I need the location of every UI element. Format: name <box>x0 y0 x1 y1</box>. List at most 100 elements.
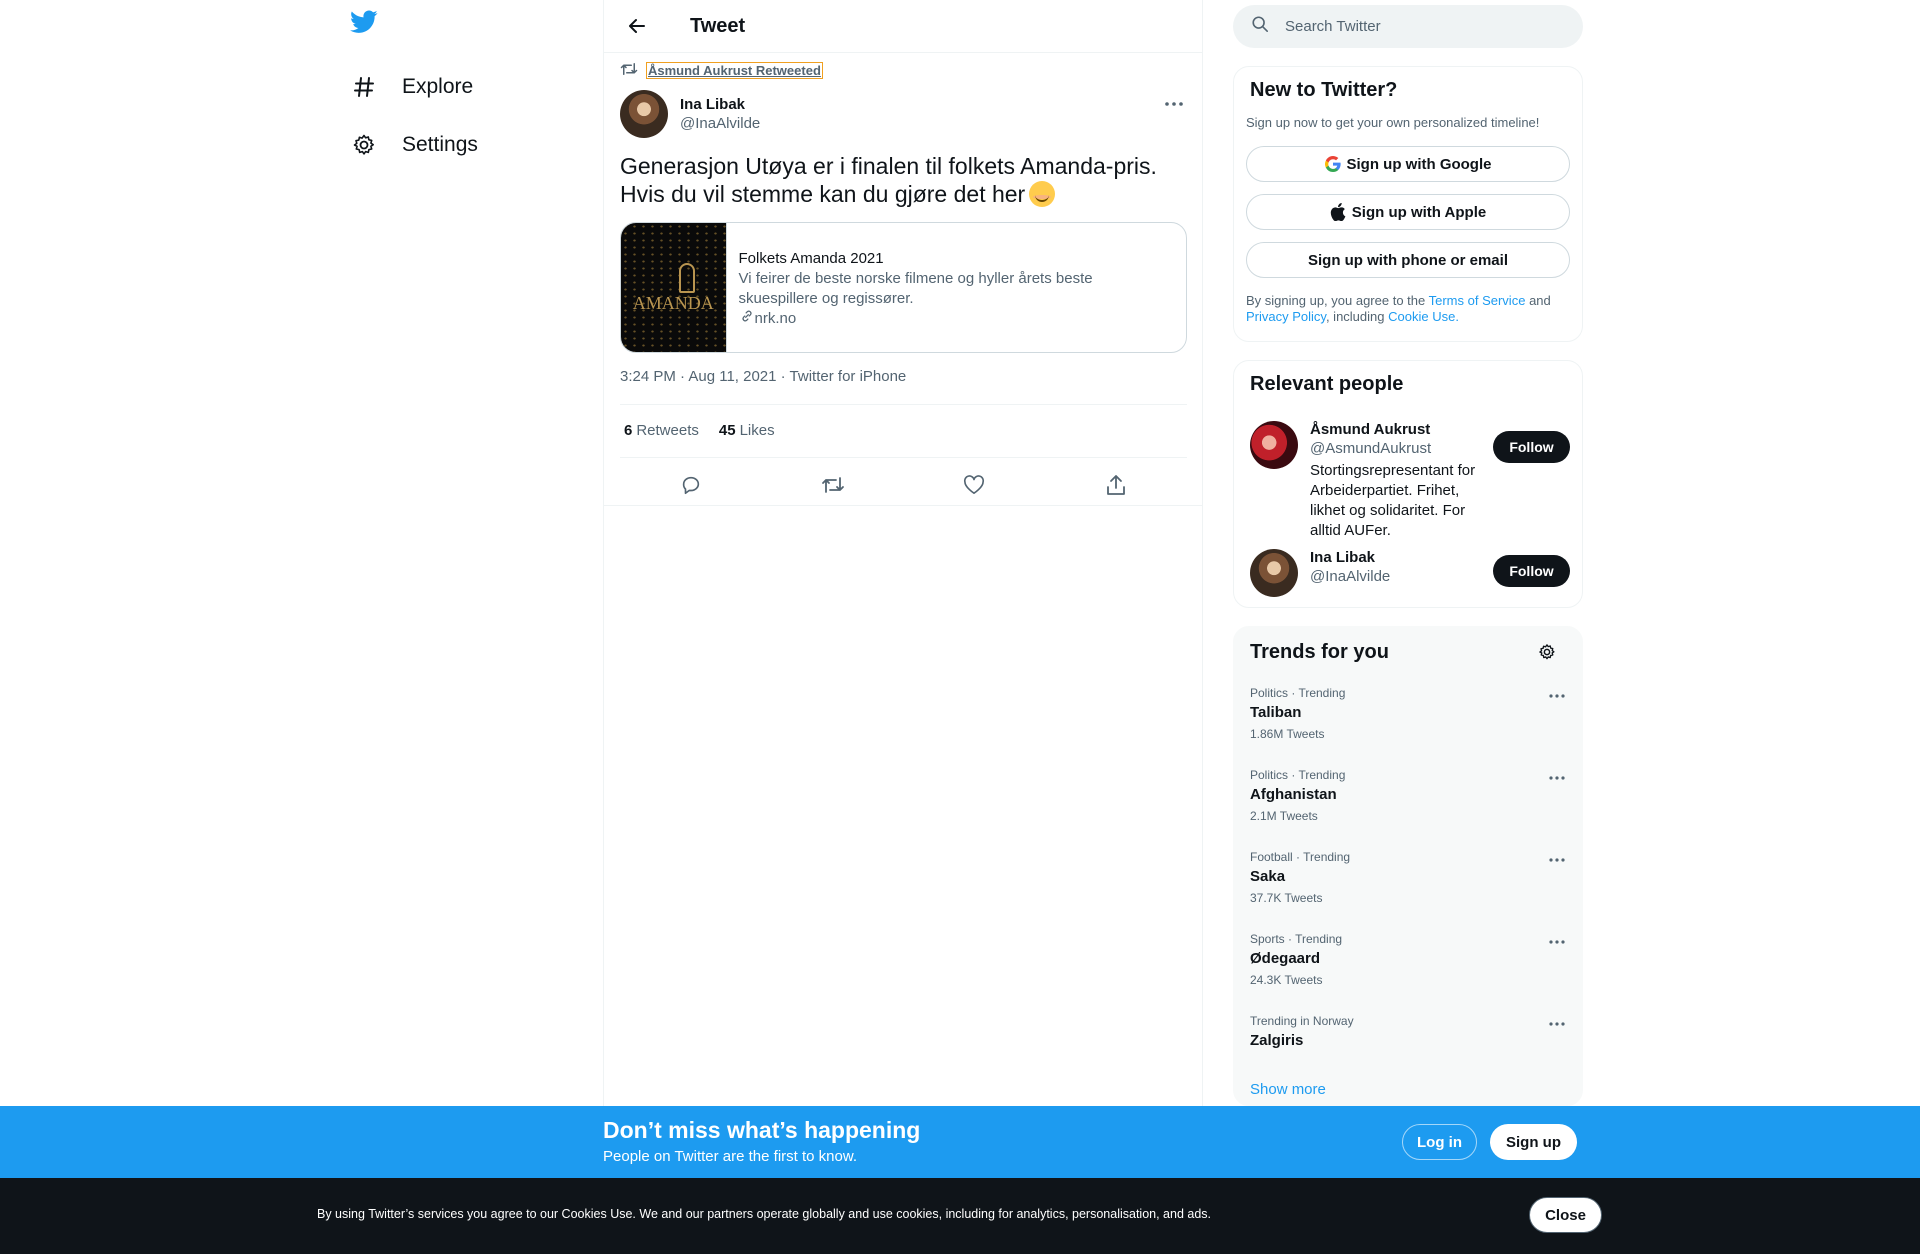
google-icon <box>1324 156 1341 172</box>
retweets-stat[interactable]: 6 Retweets <box>624 422 699 439</box>
more-options-icon[interactable] <box>1546 852 1568 868</box>
more-options-icon[interactable] <box>1546 934 1568 950</box>
cookie-text: By using Twitter’s services you agree to… <box>317 1207 1212 1221</box>
avatar[interactable] <box>1250 549 1298 597</box>
trend-context: Trending in Norway <box>1250 1014 1354 1028</box>
person-bio: Stortingsrepresentant for Arbeiderpartie… <box>1310 462 1476 539</box>
tweet-timestamp[interactable]: 3:24 PM · Aug 11, 2021 · Twitter for iPh… <box>620 368 906 385</box>
more-options-icon[interactable] <box>1546 770 1568 786</box>
likes-label: Likes <box>739 422 775 439</box>
trend-item[interactable]: Politics · Trending Taliban 1.86M Tweets <box>1250 686 1570 741</box>
search-input[interactable] <box>1285 18 1545 35</box>
more-options-icon[interactable] <box>1162 94 1186 114</box>
signup-title: New to Twitter? <box>1250 79 1398 101</box>
nav-explore[interactable]: Explore <box>350 67 473 107</box>
trend-name: Ødegaard <box>1250 950 1321 967</box>
trend-context: Football · Trending <box>1250 850 1351 864</box>
trend-count: 24.3K Tweets <box>1250 973 1323 987</box>
relevant-people-panel: Relevant people Åsmund Aukrust @AsmundAu… <box>1233 360 1583 608</box>
card-description: Vi feirer de beste norske filmene og hyl… <box>738 270 1093 307</box>
person-handle[interactable]: @InaAlvilde <box>1310 568 1495 585</box>
trend-count: 37.7K Tweets <box>1250 891 1323 905</box>
retweet-context: Åsmund Aukrust Retweeted <box>620 62 823 79</box>
tweet-text: Generasjon Utøya er i finalen til folket… <box>620 152 1190 208</box>
trend-item[interactable]: Football · Trending Saka 37.7K Tweets <box>1250 850 1570 905</box>
card-domain-text: nrk.no <box>754 310 797 327</box>
trend-context: Politics · Trending <box>1250 768 1346 782</box>
person-name[interactable]: Åsmund Aukrust <box>1310 421 1495 438</box>
likes-stat[interactable]: 45 Likes <box>719 422 775 439</box>
cookie-use-link[interactable]: Cookie Use. <box>1388 309 1459 324</box>
retweet-icon <box>620 62 638 79</box>
trends-title: Trends for you <box>1250 641 1389 663</box>
smiling-face-emoji-icon <box>1029 181 1056 207</box>
amanda-statue-icon <box>679 263 695 293</box>
trend-context: Sports · Trending <box>1250 932 1343 946</box>
follow-button[interactable]: Follow <box>1493 555 1570 587</box>
login-button[interactable]: Log in <box>1402 1124 1477 1160</box>
avatar[interactable] <box>620 90 668 138</box>
page-title: Tweet <box>690 14 746 37</box>
retweeted-by-link[interactable]: Åsmund Aukrust Retweeted <box>646 62 823 79</box>
nav-settings[interactable]: Settings <box>350 125 478 165</box>
trend-name: Taliban <box>1250 704 1302 721</box>
cookie-close-button[interactable]: Close <box>1529 1197 1602 1233</box>
trend-name: Afghanistan <box>1250 786 1337 803</box>
share-icon[interactable] <box>1099 468 1133 502</box>
person-name[interactable]: Ina Libak <box>1310 549 1495 566</box>
legal-prefix: By signing up, you agree to the <box>1246 293 1426 308</box>
hashtag-icon <box>350 73 378 101</box>
show-more-link[interactable]: Show more <box>1250 1081 1326 1098</box>
tweet-header: Tweet <box>604 0 1202 53</box>
apple-icon <box>1330 203 1346 221</box>
trend-item[interactable]: Sports · Trending Ødegaard 24.3K Tweets <box>1250 932 1570 987</box>
trend-item[interactable]: Politics · Trending Afghanistan 2.1M Twe… <box>1250 768 1570 823</box>
trend-name: Saka <box>1250 868 1286 885</box>
banner-subtitle: People on Twitter are the first to know. <box>603 1148 858 1165</box>
trends-panel: Trends for you Politics · Trending Talib… <box>1233 626 1583 1106</box>
trend-context: Politics · Trending <box>1250 686 1346 700</box>
gear-icon <box>350 131 378 159</box>
author-name[interactable]: Ina Libak <box>680 96 760 113</box>
login-banner: Don’t miss what’s happening People on Tw… <box>0 1106 1920 1178</box>
link-preview-card[interactable]: AMANDA Folkets Amanda 2021 Vi feirer de … <box>620 222 1187 353</box>
legal-and: and <box>1529 293 1551 308</box>
signup-phone-email-button[interactable]: Sign up with phone or email <box>1246 242 1570 278</box>
tweet-stats: 6 Retweets 45 Likes <box>624 422 795 439</box>
author-handle[interactable]: @InaAlvilde <box>680 115 760 132</box>
like-heart-icon[interactable] <box>957 468 991 502</box>
signup-apple-button[interactable]: Sign up with Apple <box>1246 194 1570 230</box>
twitter-logo-icon[interactable] <box>350 10 382 42</box>
reply-icon[interactable] <box>674 468 708 502</box>
person-handle[interactable]: @AsmundAukrust <box>1310 440 1495 457</box>
search-icon <box>1251 15 1269 38</box>
trends-settings-gear-icon[interactable] <box>1536 641 1558 663</box>
retweets-count: 6 <box>624 422 633 439</box>
link-icon <box>739 309 755 329</box>
tweet-actions <box>620 468 1187 502</box>
trend-count: 1.86M Tweets <box>1250 727 1325 741</box>
signup-apple-label: Sign up with Apple <box>1351 203 1487 221</box>
more-options-icon[interactable] <box>1546 688 1568 704</box>
signup-legal-text: By signing up, you agree to the Terms of… <box>1246 293 1576 325</box>
follow-button[interactable]: Follow <box>1493 431 1570 463</box>
signup-google-label: Sign up with Google <box>1346 155 1492 173</box>
trend-item[interactable]: Trending in Norway Zalgiris <box>1250 1014 1570 1049</box>
signup-phone-email-label: Sign up with phone or email <box>1307 251 1508 269</box>
tweet-author[interactable]: Ina Libak @InaAlvilde <box>620 90 760 138</box>
signup-button[interactable]: Sign up <box>1490 1124 1577 1160</box>
card-domain: nrk.no <box>739 309 1174 329</box>
more-options-icon[interactable] <box>1546 1016 1568 1032</box>
back-arrow-icon[interactable] <box>620 9 654 43</box>
terms-of-service-link[interactable]: Terms of Service <box>1429 293 1526 308</box>
card-title: Folkets Amanda 2021 <box>738 250 884 267</box>
search-box[interactable] <box>1233 5 1583 48</box>
divider <box>620 457 1187 458</box>
privacy-policy-link[interactable]: Privacy Policy <box>1246 309 1326 324</box>
card-thumbnail-logo: AMANDA <box>632 293 714 313</box>
retweet-icon[interactable] <box>816 468 850 502</box>
legal-including: , including <box>1325 309 1385 324</box>
tweet-detail-column: Tweet Åsmund Aukrust Retweeted Ina Libak… <box>603 0 1203 1254</box>
signup-google-button[interactable]: Sign up with Google <box>1246 146 1570 182</box>
avatar[interactable] <box>1250 421 1298 469</box>
